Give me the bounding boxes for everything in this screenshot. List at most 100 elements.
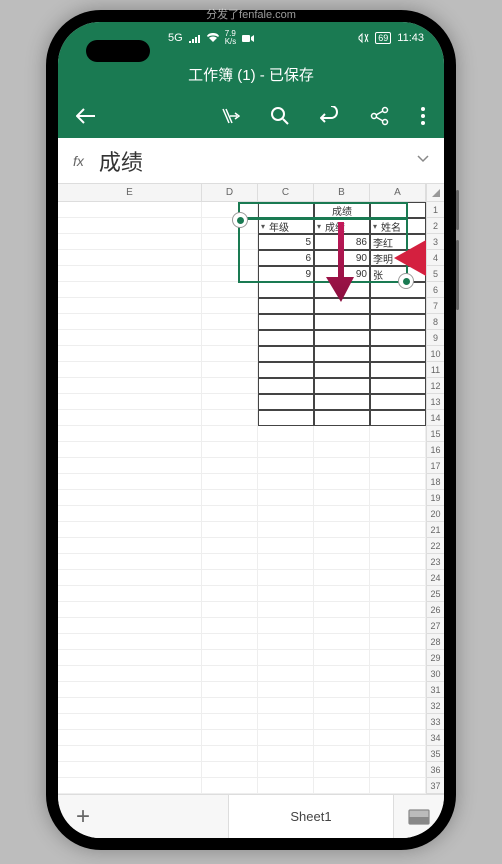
cell[interactable]: ▾成绩 <box>314 218 370 234</box>
cell[interactable] <box>258 202 314 218</box>
cell[interactable] <box>314 522 370 538</box>
cell[interactable] <box>314 538 370 554</box>
cell[interactable] <box>370 586 426 602</box>
cell[interactable] <box>202 506 258 522</box>
row-header[interactable]: 1 <box>427 202 444 218</box>
cell[interactable]: 5 <box>258 234 314 250</box>
share-button[interactable] <box>370 106 390 126</box>
cell[interactable] <box>202 458 258 474</box>
cell[interactable] <box>202 282 258 298</box>
cell[interactable] <box>258 282 314 298</box>
cell[interactable] <box>314 282 370 298</box>
row-header[interactable]: 34 <box>427 730 444 746</box>
cell[interactable] <box>202 714 258 730</box>
cell[interactable] <box>202 522 258 538</box>
row-header[interactable]: 24 <box>427 570 444 586</box>
row-header[interactable]: 3 <box>427 234 444 250</box>
cell[interactable] <box>58 570 202 586</box>
cell[interactable] <box>370 778 426 794</box>
cell[interactable] <box>258 634 314 650</box>
cell[interactable] <box>58 602 202 618</box>
cell[interactable]: 李明 <box>370 250 426 266</box>
cell[interactable] <box>314 410 370 426</box>
cell[interactable] <box>314 346 370 362</box>
cell[interactable] <box>258 602 314 618</box>
row-header[interactable]: 12 <box>427 378 444 394</box>
cell[interactable] <box>314 586 370 602</box>
row-header[interactable]: 29 <box>427 650 444 666</box>
cell[interactable] <box>58 202 202 218</box>
col-header[interactable]: D <box>202 184 258 201</box>
row-header[interactable]: 21 <box>427 522 444 538</box>
row-header[interactable]: 37 <box>427 778 444 794</box>
cell[interactable] <box>58 698 202 714</box>
row-header[interactable]: 27 <box>427 618 444 634</box>
col-header[interactable]: A <box>370 184 426 201</box>
cell[interactable] <box>370 618 426 634</box>
cell[interactable] <box>370 730 426 746</box>
row-header[interactable]: 14 <box>427 410 444 426</box>
row-header[interactable]: 26 <box>427 602 444 618</box>
cell[interactable] <box>258 394 314 410</box>
cell[interactable] <box>58 362 202 378</box>
cell[interactable] <box>202 586 258 602</box>
cell[interactable] <box>314 314 370 330</box>
cell[interactable]: 86 <box>314 234 370 250</box>
cell[interactable] <box>314 746 370 762</box>
cell[interactable] <box>258 586 314 602</box>
col-header[interactable]: B <box>314 184 370 201</box>
cell[interactable] <box>258 618 314 634</box>
back-button[interactable] <box>76 108 96 124</box>
cell[interactable] <box>370 346 426 362</box>
cell[interactable] <box>58 634 202 650</box>
cell[interactable] <box>58 554 202 570</box>
cell[interactable] <box>370 458 426 474</box>
cell[interactable] <box>58 410 202 426</box>
cell[interactable] <box>202 314 258 330</box>
more-button[interactable] <box>420 106 426 126</box>
cell[interactable] <box>202 778 258 794</box>
cell[interactable] <box>202 666 258 682</box>
cell[interactable] <box>258 314 314 330</box>
cell[interactable] <box>370 650 426 666</box>
cell[interactable] <box>370 746 426 762</box>
cell[interactable] <box>58 394 202 410</box>
cell[interactable] <box>370 282 426 298</box>
row-header[interactable]: 7 <box>427 298 444 314</box>
cell[interactable] <box>314 458 370 474</box>
cell[interactable] <box>258 570 314 586</box>
cell[interactable] <box>202 410 258 426</box>
cell[interactable]: ▾姓名 <box>370 218 426 234</box>
sheet-tab[interactable]: Sheet1 <box>228 795 394 838</box>
cell[interactable] <box>314 426 370 442</box>
col-header[interactable]: C <box>258 184 314 201</box>
row-header[interactable]: 17 <box>427 458 444 474</box>
cell[interactable] <box>258 682 314 698</box>
formula-bar[interactable]: fx 成绩 <box>58 138 444 184</box>
col-header[interactable]: E <box>58 184 202 201</box>
cell[interactable] <box>58 650 202 666</box>
cell[interactable] <box>202 202 258 218</box>
cell[interactable] <box>258 554 314 570</box>
row-header[interactable]: 22 <box>427 538 444 554</box>
row-header[interactable]: 25 <box>427 586 444 602</box>
search-button[interactable] <box>270 106 290 126</box>
cell[interactable] <box>58 218 202 234</box>
cell[interactable] <box>58 250 202 266</box>
cell[interactable] <box>202 298 258 314</box>
cell[interactable] <box>314 490 370 506</box>
filter-dropdown-icon[interactable]: ▾ <box>373 222 377 231</box>
chevron-down-icon[interactable] <box>417 155 429 166</box>
cell[interactable] <box>370 762 426 778</box>
filter-dropdown-icon[interactable]: ▾ <box>261 222 265 231</box>
cell[interactable] <box>370 506 426 522</box>
cell[interactable] <box>258 506 314 522</box>
cell[interactable] <box>202 426 258 442</box>
cell[interactable] <box>370 554 426 570</box>
cell[interactable] <box>258 426 314 442</box>
filter-dropdown-icon[interactable]: ▾ <box>317 222 321 231</box>
cell[interactable] <box>202 602 258 618</box>
cell[interactable] <box>202 762 258 778</box>
cell[interactable] <box>314 330 370 346</box>
cell[interactable] <box>58 378 202 394</box>
